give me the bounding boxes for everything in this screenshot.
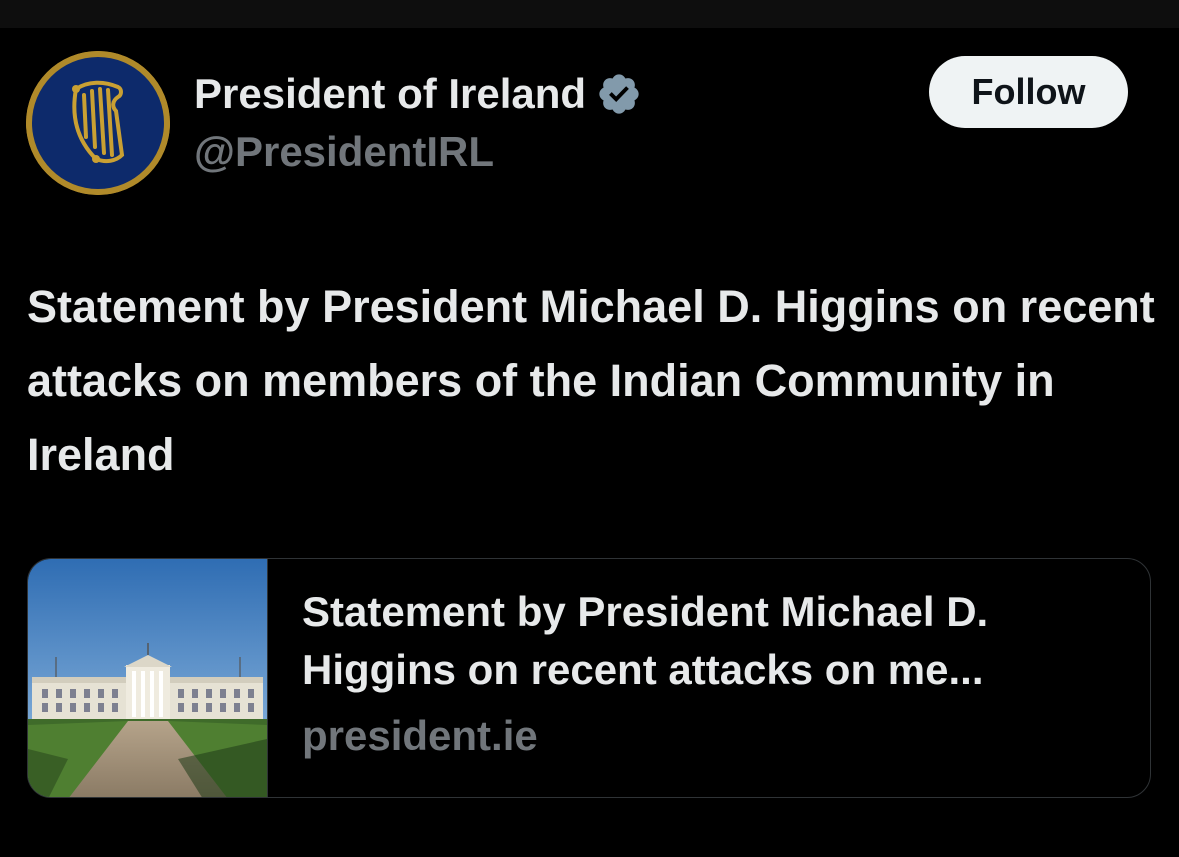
irish-harp-seal-icon [26,51,170,195]
account-handle[interactable]: @PresidentIRL [194,128,494,176]
link-preview-card[interactable]: Statement by President Michael D. Higgin… [27,558,1151,798]
link-card-body[interactable]: Statement by President Michael D. Higgin… [268,559,1150,797]
building-photo-image [28,559,267,797]
verified-badge-icon [599,74,639,114]
avatar[interactable] [26,51,170,195]
link-card-title[interactable]: Statement by President Michael D. Higgin… [302,583,1122,699]
status-bar-strip [0,0,1179,28]
link-card-thumbnail[interactable] [28,559,268,797]
follow-button[interactable]: Follow [929,56,1128,128]
post-text: Statement by President Michael D. Higgin… [27,281,1155,480]
link-card-domain[interactable]: president.ie [302,707,1150,765]
display-name[interactable]: President of Ireland [194,70,586,118]
account-name-row[interactable]: President of Ireland [194,66,642,122]
